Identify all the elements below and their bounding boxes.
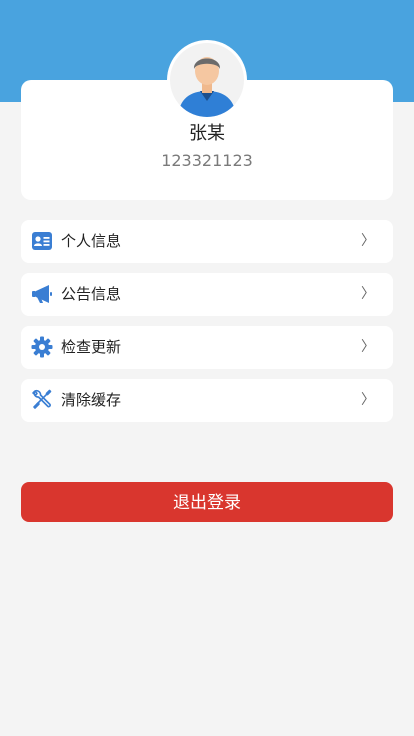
logout-button[interactable]: 退出登录 xyxy=(21,482,393,522)
menu-item-label: 检查更新 xyxy=(61,338,122,356)
menu-item-check-update[interactable]: 检查更新 〉 xyxy=(21,326,393,369)
gear-icon xyxy=(31,336,53,358)
user-id: 123321123 xyxy=(161,151,253,170)
avatar-image xyxy=(170,43,244,117)
menu-item-personal-info[interactable]: 个人信息 〉 xyxy=(21,220,393,263)
menu-item-announcements[interactable]: 公告信息 〉 xyxy=(21,273,393,316)
chevron-right-icon: 〉 xyxy=(361,233,375,249)
wrench-screwdriver-icon xyxy=(31,389,53,411)
megaphone-icon xyxy=(31,283,53,305)
chevron-right-icon: 〉 xyxy=(361,392,375,408)
menu-item-clear-cache[interactable]: 清除缓存 〉 xyxy=(21,379,393,422)
user-avatar-icon xyxy=(178,57,236,117)
menu-item-label: 清除缓存 xyxy=(61,391,122,409)
menu-item-label: 个人信息 xyxy=(61,232,122,250)
chevron-right-icon: 〉 xyxy=(361,339,375,355)
chevron-right-icon: 〉 xyxy=(361,286,375,302)
user-name: 张某 xyxy=(189,123,225,144)
id-card-icon xyxy=(31,230,53,252)
avatar[interactable] xyxy=(167,40,247,120)
menu-item-label: 公告信息 xyxy=(61,285,122,303)
